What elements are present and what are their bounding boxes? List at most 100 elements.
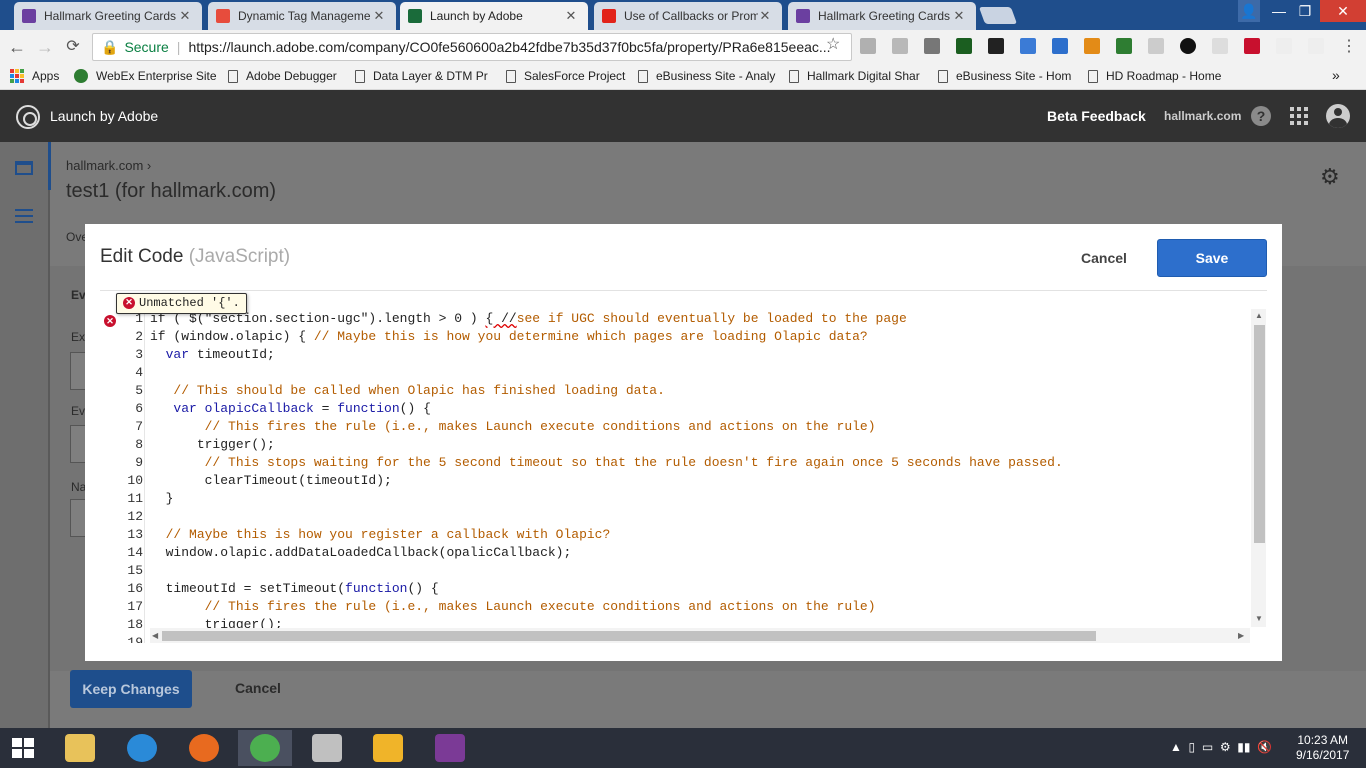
new-tab-button[interactable] bbox=[978, 7, 1018, 24]
extension-icon[interactable] bbox=[860, 38, 876, 54]
gear-icon[interactable]: ⚙ bbox=[1320, 166, 1340, 188]
tab-close-icon[interactable]: ✕ bbox=[178, 8, 192, 24]
app-switcher-icon[interactable] bbox=[1290, 107, 1308, 125]
address-bar[interactable]: 🔒 Secure | https://launch.adobe.com/company… bbox=[92, 33, 852, 61]
browser-tab[interactable]: Use of Callbacks or Prom ✕ bbox=[594, 2, 782, 30]
extension-icon[interactable] bbox=[924, 38, 940, 54]
code-line[interactable]: // This fires the rule (i.e., makes Laun… bbox=[150, 418, 876, 436]
taskbar-app-internet-explorer[interactable] bbox=[115, 730, 169, 766]
vertical-scroll-thumb[interactable] bbox=[1254, 325, 1265, 543]
reload-icon[interactable]: ⟳ bbox=[62, 37, 84, 57]
extension-icon[interactable] bbox=[1276, 38, 1292, 54]
code-line[interactable]: // Maybe this is how you register a call… bbox=[150, 526, 611, 544]
line-number: 10 bbox=[127, 473, 143, 488]
minimize-icon[interactable]: — bbox=[1266, 0, 1292, 22]
code-line[interactable]: // This fires the rule (i.e., makes Laun… bbox=[150, 598, 876, 616]
extension-icon[interactable] bbox=[956, 38, 972, 54]
extension-icon[interactable] bbox=[1052, 38, 1068, 54]
save-button[interactable]: Save bbox=[1157, 239, 1267, 277]
windows-start-icon[interactable] bbox=[12, 738, 34, 758]
code-line[interactable]: // This stops waiting for the 5 second t… bbox=[150, 454, 1063, 472]
extension-icon[interactable] bbox=[1180, 38, 1196, 54]
extension-icon[interactable] bbox=[1116, 38, 1132, 54]
forward-icon[interactable]: → bbox=[34, 37, 56, 57]
bookmark-item[interactable]: Adobe Debugger bbox=[228, 69, 337, 83]
code-line[interactable]: window.olapic.addDataLoadedCallback(opal… bbox=[150, 544, 572, 562]
bookmark-item[interactable]: SalesForce Project bbox=[506, 69, 625, 83]
window-close-icon[interactable]: ✕ bbox=[1320, 0, 1366, 22]
code-line[interactable]: var timeoutId; bbox=[150, 346, 275, 364]
bookmark-label: Data Layer & DTM Pr bbox=[373, 69, 488, 83]
bookmark-item[interactable]: Hallmark Digital Shar bbox=[789, 69, 920, 83]
extension-icon[interactable] bbox=[1020, 38, 1036, 54]
bookmark-star-icon[interactable]: ☆ bbox=[826, 34, 840, 54]
org-switcher[interactable]: hallmark.com bbox=[1164, 109, 1241, 123]
extension-icon[interactable] bbox=[1148, 38, 1164, 54]
scroll-up-icon[interactable]: ▲ bbox=[1255, 311, 1263, 320]
code-line[interactable]: // This should be called when Olapic has… bbox=[150, 382, 664, 400]
extension-icon[interactable] bbox=[1244, 38, 1260, 54]
browser-tab[interactable]: Hallmark Greeting Cards ✕ bbox=[14, 2, 202, 30]
cancel-button[interactable]: Cancel bbox=[1081, 250, 1127, 266]
bookmark-item[interactable]: WebEx Enterprise Site bbox=[74, 69, 217, 83]
menu-kebab-icon[interactable]: ⋮ bbox=[1338, 37, 1360, 57]
bookmark-item[interactable]: HD Roadmap - Home bbox=[1088, 69, 1221, 83]
code-line[interactable]: clearTimeout(timeoutId); bbox=[150, 472, 392, 490]
vertical-scrollbar[interactable]: ▲ ▼ bbox=[1251, 309, 1266, 627]
beta-feedback-link[interactable]: Beta Feedback bbox=[1047, 108, 1146, 124]
system-tray[interactable]: ▲ ▯ ▭ ⚙ ▮▮ 🔇 bbox=[1170, 740, 1272, 754]
tab-close-icon[interactable]: ✕ bbox=[372, 8, 386, 24]
restore-icon[interactable]: ❐ bbox=[1292, 0, 1318, 22]
taskbar-app-chrome[interactable] bbox=[238, 730, 292, 766]
taskbar-app-onenote[interactable] bbox=[423, 730, 477, 766]
back-icon[interactable]: ← bbox=[6, 37, 28, 57]
extension-icon[interactable] bbox=[1308, 38, 1324, 54]
code-line[interactable]: trigger(); bbox=[150, 436, 275, 454]
extension-icon[interactable] bbox=[988, 38, 1004, 54]
taskbar-app-paint[interactable] bbox=[300, 730, 354, 766]
cancel-link[interactable]: Cancel bbox=[235, 680, 281, 696]
list-icon[interactable] bbox=[15, 209, 33, 227]
profile-icon[interactable]: 👤 bbox=[1238, 0, 1260, 22]
bookmark-apps[interactable]: Apps bbox=[10, 69, 59, 83]
horizontal-scroll-thumb[interactable] bbox=[162, 631, 1096, 641]
bookmark-item[interactable]: eBusiness Site - Hom bbox=[938, 69, 1071, 83]
code-line[interactable]: } bbox=[150, 490, 174, 508]
code-line[interactable]: var olapicCallback = function() { bbox=[150, 400, 430, 418]
scroll-down-icon[interactable]: ▼ bbox=[1255, 614, 1263, 623]
properties-icon[interactable] bbox=[15, 161, 33, 175]
bookmark-item[interactable]: eBusiness Site - Analy bbox=[638, 69, 775, 83]
page-icon bbox=[938, 69, 948, 83]
extension-icon[interactable] bbox=[892, 38, 908, 54]
modal-title-text: Edit Code bbox=[100, 246, 184, 267]
keep-changes-button[interactable]: Keep Changes bbox=[70, 670, 192, 708]
extension-icon[interactable] bbox=[1212, 38, 1228, 54]
taskbar-app-file-explorer[interactable] bbox=[53, 730, 107, 766]
code-editor[interactable]: ✕ 1 2 3 4 5 6 7 8 9 10 11 12 13 14 15 16 17 18 19 if ( $("… bbox=[99, 309, 1266, 643]
launch-logo-icon[interactable] bbox=[16, 105, 40, 129]
taskbar-app-outlook[interactable] bbox=[361, 730, 415, 766]
breadcrumb[interactable]: hallmark.com › bbox=[66, 158, 151, 173]
code-token: = bbox=[313, 401, 338, 416]
taskbar-app-firefox[interactable] bbox=[177, 730, 231, 766]
code-line[interactable]: if (window.olapic) { // Maybe this is ho… bbox=[150, 328, 868, 346]
product-title[interactable]: Launch by Adobe bbox=[50, 108, 158, 124]
avatar[interactable] bbox=[1326, 104, 1350, 128]
bookmarks-overflow-button[interactable]: » bbox=[1332, 67, 1340, 83]
browser-tab[interactable]: Launch by Adobe ✕ bbox=[400, 2, 588, 30]
tab-close-icon[interactable]: ✕ bbox=[758, 8, 772, 24]
extension-icon[interactable] bbox=[1084, 38, 1100, 54]
horizontal-scrollbar[interactable]: ◀ ▶ bbox=[150, 628, 1250, 643]
browser-tab[interactable]: Hallmark Greeting Cards ✕ bbox=[788, 2, 976, 30]
browser-tab[interactable]: Dynamic Tag Manageme ✕ bbox=[208, 2, 396, 30]
clock[interactable]: 10:23 AM 9/16/2017 bbox=[1296, 733, 1349, 763]
code-line[interactable]: if ( $("section.section-ugc").length > 0… bbox=[150, 310, 907, 328]
scroll-left-icon[interactable]: ◀ bbox=[152, 631, 158, 640]
help-icon[interactable]: ? bbox=[1251, 106, 1271, 126]
scroll-right-icon[interactable]: ▶ bbox=[1238, 631, 1244, 640]
tab-close-icon[interactable]: ✕ bbox=[952, 8, 966, 24]
firefox-icon bbox=[189, 734, 219, 762]
bookmark-item[interactable]: Data Layer & DTM Pr bbox=[355, 69, 488, 83]
code-line[interactable]: timeoutId = setTimeout(function() { bbox=[150, 580, 439, 598]
tab-close-icon[interactable]: ✕ bbox=[564, 8, 578, 24]
